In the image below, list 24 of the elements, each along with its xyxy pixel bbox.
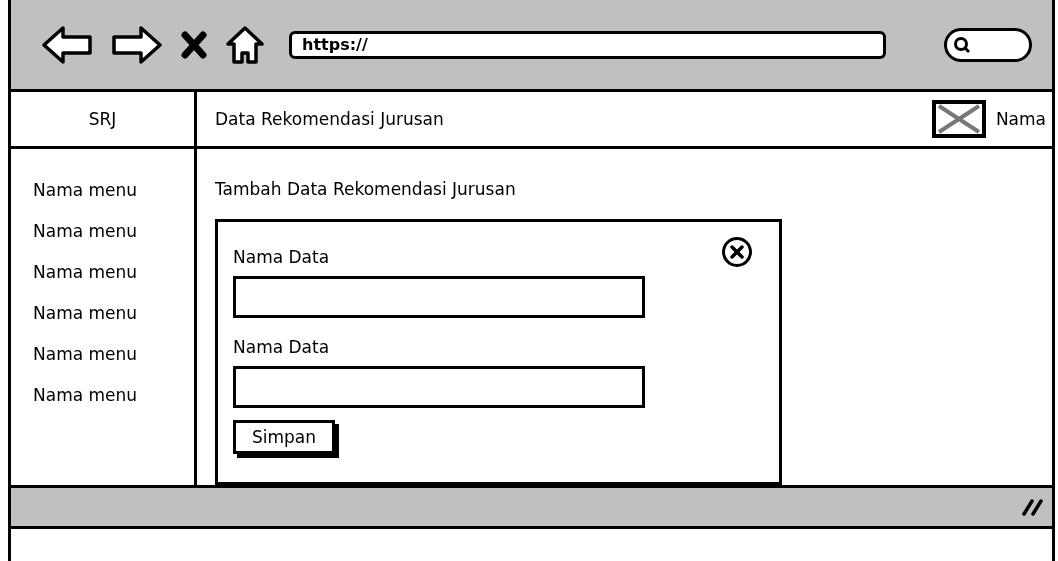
menu-item[interactable]: Nama menu <box>33 261 138 283</box>
page-title: Data Rekomendasi Jurusan <box>215 109 445 129</box>
input-field[interactable] <box>233 276 645 318</box>
search-icon <box>953 35 971 54</box>
menu-item[interactable]: Nama menu <box>33 384 138 406</box>
menu-item[interactable]: Nama menu <box>33 179 138 201</box>
brand-label: SRJ <box>88 109 117 129</box>
menu-item[interactable]: Nama menu <box>33 220 138 242</box>
menu-item[interactable]: Nama menu <box>33 343 138 365</box>
close-icon[interactable] <box>181 30 207 59</box>
address-field[interactable]: https:// <box>289 30 886 59</box>
field-label: Nama Data <box>233 336 330 358</box>
section-heading: Tambah Data Rekomendasi Jurusan <box>215 179 516 199</box>
input-field[interactable] <box>233 366 645 408</box>
forward-icon[interactable] <box>111 24 163 65</box>
home-icon[interactable] <box>225 24 265 65</box>
menu-item[interactable]: Nama menu <box>33 302 138 324</box>
field-label: Nama Data <box>233 246 330 268</box>
image-placeholder-icon <box>931 100 986 138</box>
search-field[interactable] <box>944 27 1032 62</box>
user-name: Nama <box>995 109 1046 129</box>
close-icon[interactable] <box>721 236 753 268</box>
resize-grip-icon[interactable] <box>1022 498 1044 516</box>
back-icon[interactable] <box>41 24 93 65</box>
